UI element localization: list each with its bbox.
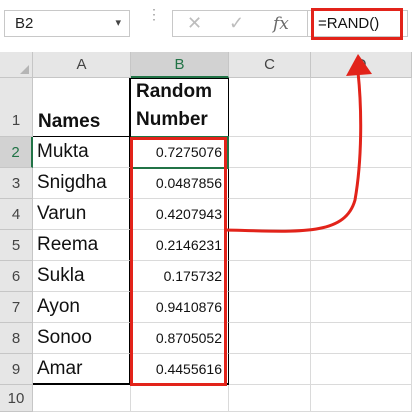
arrow-head-icon — [346, 54, 372, 76]
annotation-arrow — [226, 54, 372, 233]
